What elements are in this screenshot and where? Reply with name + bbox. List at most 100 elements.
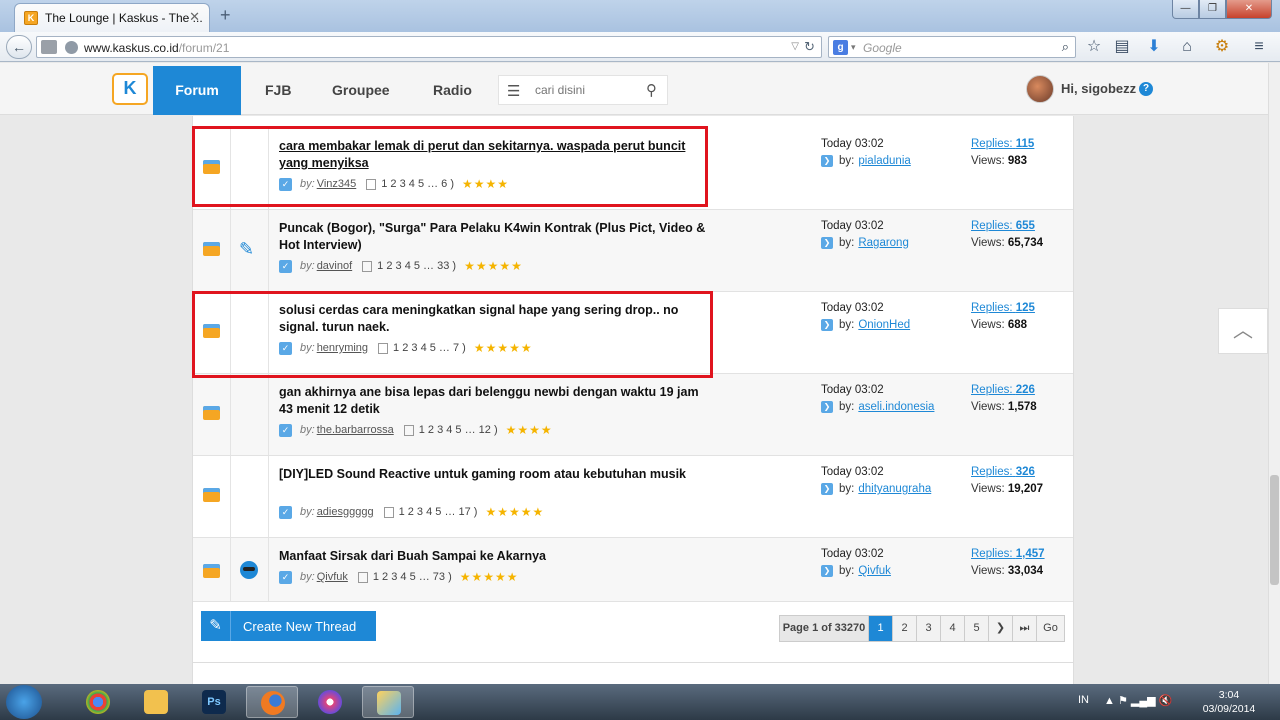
page-3-button[interactable]: 3 <box>917 616 941 641</box>
thread-author[interactable]: Qivfuk <box>317 571 348 583</box>
thread-title[interactable]: Puncak (Bogor), "Surga" Para Pelaku K4wi… <box>279 220 709 254</box>
taskbar-explorer[interactable] <box>130 686 182 718</box>
download-icon[interactable]: ⬇ <box>1144 38 1164 56</box>
folder-icon <box>203 406 220 420</box>
avatar[interactable] <box>1026 75 1054 103</box>
site-search-input[interactable] <box>535 77 635 103</box>
views-label: Views: <box>971 483 1005 495</box>
folder-icon <box>203 564 220 578</box>
nav-radio[interactable]: Radio <box>433 66 472 115</box>
page-scrollbar[interactable] <box>1268 63 1280 684</box>
arrow-right-icon[interactable]: ❯ <box>821 155 833 167</box>
new-tab-button[interactable]: + <box>220 5 231 26</box>
page-5-button[interactable]: 5 <box>965 616 989 641</box>
thread-pages[interactable]: 1 2 3 4 5 … 17 ) <box>399 506 478 518</box>
browser-tab[interactable]: K The Lounge | Kaskus - The ... ✕ <box>14 3 210 32</box>
nav-groupee[interactable]: Groupee <box>332 66 390 115</box>
thread-pages[interactable]: 1 2 3 4 5 … 12 ) <box>419 424 498 436</box>
thread-pages[interactable]: 1 2 3 4 5 … 33 ) <box>377 260 456 272</box>
nav-forum[interactable]: Forum <box>153 66 241 115</box>
arrow-right-icon[interactable]: ❯ <box>821 237 833 249</box>
thread-author[interactable]: davinof <box>317 260 352 272</box>
thread-pages[interactable]: 1 2 3 4 5 … 73 ) <box>373 571 452 583</box>
taskbar-firefox[interactable] <box>246 686 298 718</box>
user-greeting[interactable]: Hi, sigobezz <box>1061 81 1136 96</box>
site-search: ☰ ⚲ <box>498 75 668 105</box>
tab-close-icon[interactable]: ✕ <box>189 9 200 25</box>
by-label: by: <box>300 424 315 436</box>
arrow-right-icon[interactable]: ❯ <box>821 483 833 495</box>
rating-stars: ★★★★ <box>505 423 553 437</box>
replies-link[interactable]: Replies: 226 <box>971 384 1035 396</box>
views-label: Views: <box>971 565 1005 577</box>
create-new-thread-button[interactable]: ✎ Create New Thread <box>201 611 376 641</box>
list-icon[interactable]: ☰ <box>507 82 520 100</box>
maximize-button[interactable]: ❐ <box>1199 0 1226 19</box>
replies-link[interactable]: Replies: 326 <box>971 466 1035 478</box>
page-4-button[interactable]: 4 <box>941 616 965 641</box>
kaskus-logo[interactable]: K <box>112 73 148 105</box>
last-post-user[interactable]: Ragarong <box>858 237 909 249</box>
last-post-user[interactable]: dhityanugraha <box>858 483 931 495</box>
create-new-thread-label: Create New Thread <box>243 618 357 634</box>
last-page-button[interactable]: ⏭ <box>1013 616 1037 641</box>
scrollbar-thumb[interactable] <box>1270 475 1279 585</box>
by-label: by: <box>300 260 315 272</box>
last-post-user[interactable]: pialadunia <box>858 155 910 167</box>
language-indicator[interactable]: IN <box>1078 694 1089 706</box>
browser-search-icon[interactable]: ⌕ <box>1062 39 1069 55</box>
thread-title[interactable]: Manfaat Sirsak dari Buah Sampai ke Akarn… <box>279 548 709 565</box>
url-path: /forum/21 <box>178 41 230 55</box>
bookmarks-list-icon[interactable]: ▤ <box>1112 38 1132 56</box>
url-bar[interactable]: www.kaskus.co.id/forum/21 ▽ ↻ <box>36 36 822 58</box>
last-post-user[interactable]: aseli.indonesia <box>858 401 934 413</box>
kaskus-favicon-icon: K <box>24 11 38 25</box>
replies-link[interactable]: Replies: 125 <box>971 302 1035 314</box>
last-post-user[interactable]: Qivfuk <box>858 565 891 577</box>
help-icon[interactable]: ? <box>1139 82 1153 96</box>
replies-link[interactable]: Replies: 115 <box>971 138 1034 150</box>
highlight-box <box>192 291 713 378</box>
extension-icon[interactable]: ⚙ <box>1212 38 1232 56</box>
home-icon[interactable]: ⌂ <box>1177 38 1197 56</box>
arrow-right-icon[interactable]: ❯ <box>821 565 833 577</box>
close-window-button[interactable]: ✕ <box>1226 0 1272 19</box>
system-clock[interactable]: 3:04 03/09/2014 <box>1202 688 1256 716</box>
google-icon[interactable]: g <box>833 40 848 55</box>
system-tray-icons[interactable]: ▲ ⚑ ▂▄▆ 🔇 <box>1104 694 1172 707</box>
pages-icon <box>362 260 373 272</box>
thread-author[interactable]: the.barbarrossa <box>317 424 394 436</box>
arrow-right-icon[interactable]: ❯ <box>821 401 833 413</box>
last-post-by: ❯ by: OnionHed <box>821 319 910 331</box>
arrow-right-icon[interactable]: ❯ <box>821 319 833 331</box>
replies-count: 1,457 <box>1015 548 1045 560</box>
thread-title[interactable]: gan akhirnya ane bisa lepas dari belengg… <box>279 384 709 418</box>
taskbar-paint[interactable] <box>362 686 414 718</box>
taskbar-chrome[interactable] <box>72 686 124 718</box>
browser-search-bar[interactable]: g ▾ Google ⌕ <box>828 36 1076 58</box>
search-icon[interactable]: ⚲ <box>646 81 657 99</box>
column-divider <box>268 538 269 601</box>
scroll-to-top-button[interactable]: ︿ <box>1218 308 1268 354</box>
nav-fjb[interactable]: FJB <box>265 66 291 115</box>
page-2-button[interactable]: 2 <box>893 616 917 641</box>
go-button[interactable]: Go <box>1037 616 1064 641</box>
search-engine-dropdown-icon[interactable]: ▾ <box>851 42 856 53</box>
page-1-button[interactable]: 1 <box>869 616 893 641</box>
next-page-button[interactable]: ❯ <box>989 616 1013 641</box>
last-post-user[interactable]: OnionHed <box>858 319 910 331</box>
reload-icon[interactable]: ↻ <box>804 39 815 55</box>
bookmark-star-icon[interactable]: ☆ <box>1084 38 1104 56</box>
back-button[interactable]: ← <box>6 35 32 59</box>
url-dropdown-icon[interactable]: ▽ <box>791 41 799 52</box>
windows-start-button[interactable] <box>6 685 42 719</box>
paint-icon <box>377 691 401 715</box>
taskbar-photoshop[interactable]: Ps <box>188 686 240 718</box>
thread-title[interactable]: [DIY]LED Sound Reactive untuk gaming roo… <box>279 466 709 483</box>
minimize-button[interactable]: — <box>1172 0 1199 19</box>
replies-link[interactable]: Replies: 655 <box>971 220 1035 232</box>
replies-link[interactable]: Replies: 1,457 <box>971 548 1045 560</box>
menu-icon[interactable]: ≡ <box>1249 38 1269 56</box>
thread-author[interactable]: adiesggggg <box>317 506 374 518</box>
taskbar-app[interactable] <box>304 686 356 718</box>
